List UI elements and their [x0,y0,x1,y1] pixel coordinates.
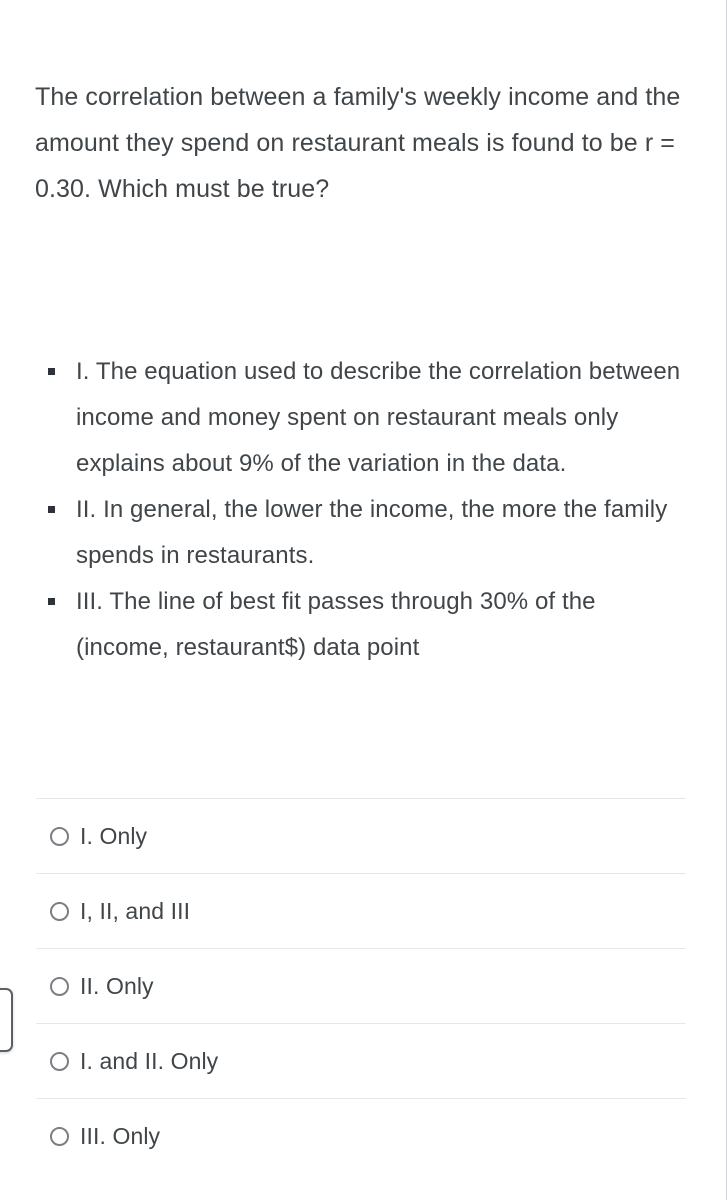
option-label: I. and II. Only [80,1048,219,1074]
square-bullet-icon [48,506,55,513]
option-label: I. Only [80,823,148,849]
list-item: I. The equation used to describe the cor… [46,349,686,487]
option-row-5[interactable]: III. Only [36,1098,686,1173]
statement-text: I. The equation used to describe the cor… [76,358,681,477]
statement-text: II. In general, the lower the income, th… [76,496,668,569]
radio-button-icon[interactable] [50,976,69,996]
edge-floating-control[interactable] [0,988,13,1052]
radio-button-icon[interactable] [50,1051,69,1071]
option-row-3[interactable]: II. Only [36,948,686,1023]
question-stem: The correlation between a family's weekl… [35,83,681,203]
question-page: The correlation between a family's weekl… [0,0,727,1200]
option-label: II. Only [80,973,154,999]
square-bullet-icon [48,598,55,605]
answer-options: I. Only I, II, and III II. Only I. and I… [36,798,686,1173]
option-label: I, II, and III [80,898,191,924]
square-bullet-icon [48,368,55,375]
list-item: II. In general, the lower the income, th… [46,487,686,579]
statement-list: I. The equation used to describe the cor… [46,349,686,671]
list-item: III. The line of best fit passes through… [46,579,686,671]
option-row-1[interactable]: I. Only [36,798,686,873]
radio-button-icon[interactable] [50,826,69,846]
statement-text: III. The line of best fit passes through… [76,588,596,661]
option-row-2[interactable]: I, II, and III [36,873,686,948]
option-label: III. Only [80,1123,161,1149]
radio-button-icon[interactable] [50,1126,69,1146]
radio-button-icon[interactable] [50,901,69,921]
option-row-4[interactable]: I. and II. Only [36,1023,686,1098]
